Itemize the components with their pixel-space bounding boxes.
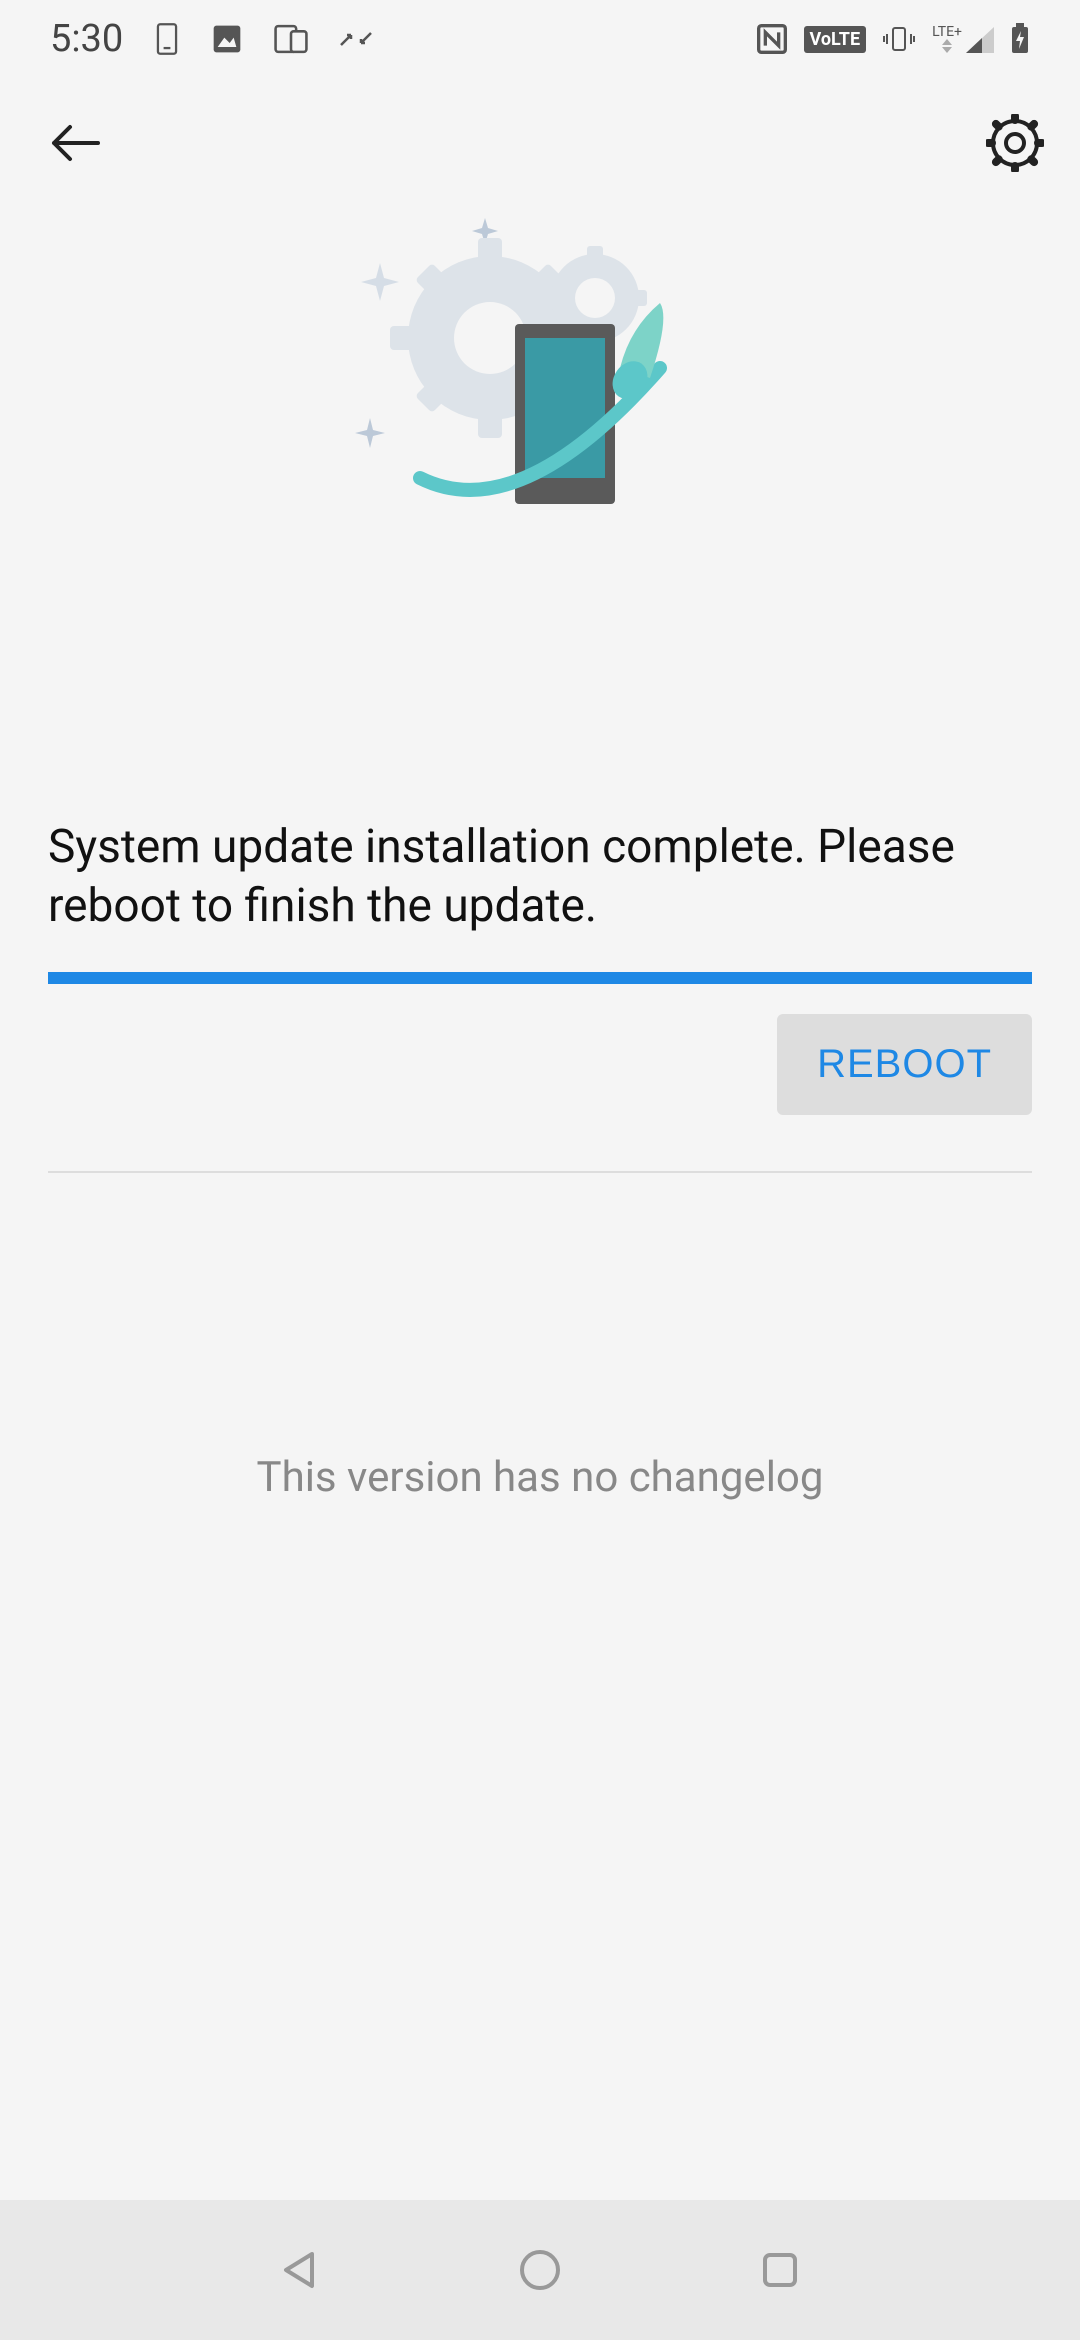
settings-button[interactable] [980, 108, 1050, 178]
nav-back-button[interactable] [270, 2240, 330, 2300]
circle-home-icon [516, 2246, 564, 2294]
triangle-back-icon [278, 2248, 322, 2292]
nav-home-button[interactable] [510, 2240, 570, 2300]
arrow-back-icon [48, 122, 102, 164]
nfc-icon [756, 23, 788, 55]
network-label: LTE+ [932, 25, 962, 39]
square-recent-icon [759, 2249, 801, 2291]
back-button[interactable] [40, 108, 110, 178]
update-illustration [0, 138, 1080, 578]
changelog-empty-text: This version has no changelog [48, 1453, 1032, 1502]
update-status-message: System update installation complete. Ple… [48, 818, 1032, 936]
reboot-button[interactable]: REBOOT [777, 1014, 1032, 1115]
status-bar-left: 5:30 [50, 17, 373, 61]
action-row: REBOOT [48, 1014, 1032, 1171]
status-bar-right: VoLTE LTE+ [756, 23, 1030, 55]
gear-icon [986, 114, 1044, 172]
vibrate-icon [882, 24, 916, 54]
progress-bar [48, 972, 1032, 984]
devices-icon [273, 23, 309, 55]
navigation-bar [0, 2200, 1080, 2340]
nav-recent-button[interactable] [750, 2240, 810, 2300]
volte-badge: VoLTE [804, 26, 867, 53]
app-header [0, 78, 1080, 198]
status-time: 5:30 [50, 17, 123, 61]
status-bar: 5:30 VoLTE LTE+ [0, 0, 1080, 78]
image-icon [211, 23, 243, 55]
collapse-icon [339, 27, 373, 51]
lte-signal-icon: LTE+ [932, 25, 994, 53]
phone-lock-icon [153, 22, 181, 56]
main-content: System update installation complete. Ple… [0, 578, 1080, 1502]
battery-charging-icon [1010, 23, 1030, 55]
changelog-area: This version has no changelog [48, 1173, 1032, 1502]
